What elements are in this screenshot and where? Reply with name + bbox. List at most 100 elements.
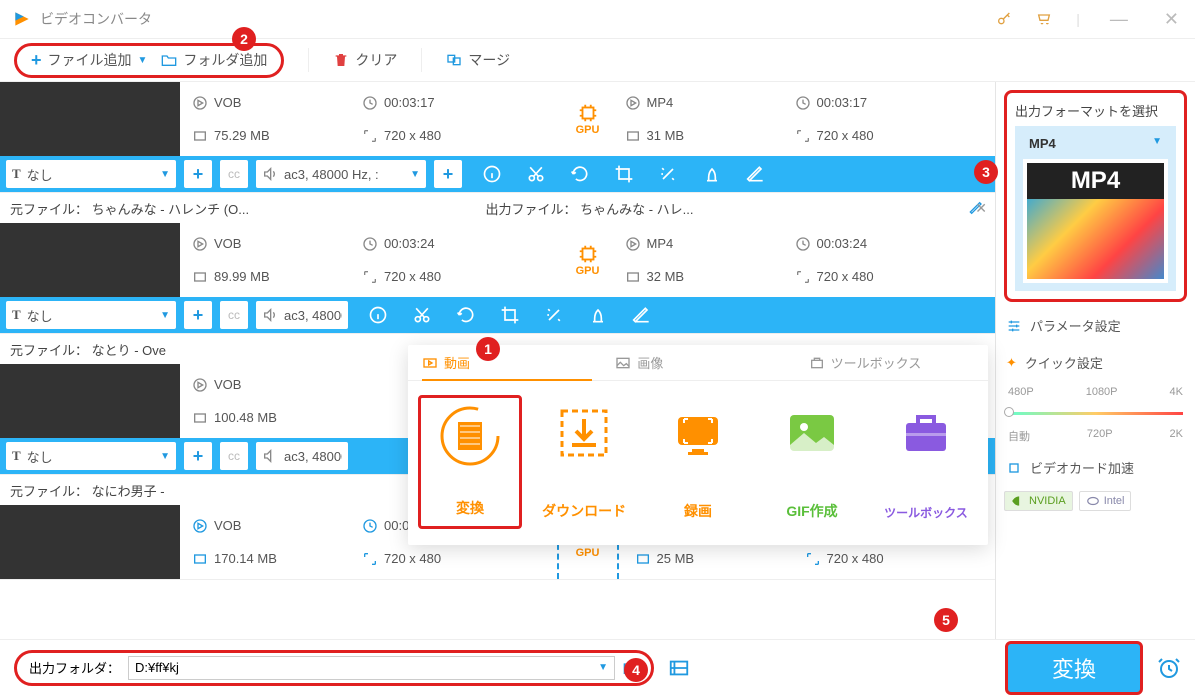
out-title: 出力ファイル： ちゃんみな - ハレ... <box>486 199 962 218</box>
cc-button[interactable]: cc <box>220 160 248 188</box>
badge-2: 2 <box>232 27 256 51</box>
res-icon <box>795 269 811 285</box>
size-icon <box>192 551 208 567</box>
watermark-icon[interactable] <box>702 164 722 184</box>
merge-label: マージ <box>468 50 510 70</box>
subtitle-select[interactable]: Tなし▼ <box>6 442 176 470</box>
audio-select[interactable]: ac3, 48000 <box>256 442 348 470</box>
video-icon <box>422 355 438 371</box>
add-folder-button[interactable]: フォルダ追加 <box>161 50 267 70</box>
badge-1: 1 <box>476 337 500 361</box>
thumbnail[interactable] <box>0 364 180 438</box>
src-size: 75.29 MB <box>214 128 270 143</box>
format-select-box: 出力フォーマットを選択 MP4▼ MP4 <box>1004 90 1187 302</box>
res-480p: 480P <box>1008 386 1034 398</box>
watermark-icon[interactable] <box>588 305 608 325</box>
nvidia-badge[interactable]: NVIDIA <box>1004 491 1073 511</box>
rotate-icon[interactable] <box>570 164 590 184</box>
add-file-button[interactable]: + ファイル追加 ▼ <box>31 50 147 71</box>
merge-button[interactable]: マージ <box>446 50 510 70</box>
add-folder-label: フォルダ追加 <box>183 50 267 70</box>
intel-badge[interactable]: Intel <box>1079 491 1132 511</box>
size-icon <box>625 269 641 285</box>
res-auto: 自動 <box>1008 428 1030 444</box>
card-gif[interactable]: GIF作成 <box>760 395 864 529</box>
open-output-button[interactable] <box>668 657 690 679</box>
remove-item-button[interactable]: ✕ <box>975 200 987 217</box>
image-icon <box>615 355 631 371</box>
cart-icon[interactable] <box>1036 11 1052 27</box>
info-icon[interactable] <box>482 164 502 184</box>
out-size: 32 MB <box>647 269 685 284</box>
card-label: 録画 <box>684 501 712 521</box>
info-icon[interactable] <box>368 305 388 325</box>
clock-icon <box>795 236 811 252</box>
size-icon <box>192 410 208 426</box>
res-2k: 2K <box>1170 428 1183 444</box>
crop-icon[interactable] <box>500 305 520 325</box>
effect-icon[interactable] <box>544 305 564 325</box>
card-convert[interactable]: 変換 <box>418 395 522 529</box>
card-record[interactable]: 録画 <box>646 395 750 529</box>
audio-select[interactable]: ac3, 48000 Hz, : <box>256 301 348 329</box>
cc-button[interactable]: cc <box>220 442 248 470</box>
chevron-down-icon: ▼ <box>138 55 148 66</box>
edit-icon[interactable] <box>746 164 766 184</box>
gpu-accel: ビデオカード加速 <box>1004 454 1187 481</box>
src-res: 720 x 480 <box>384 128 441 143</box>
card-label: 変換 <box>456 498 484 518</box>
thumbnail[interactable] <box>0 82 180 156</box>
badge-4: 4 <box>624 658 648 682</box>
out-duration: 00:03:24 <box>817 236 868 251</box>
thumbnail[interactable] <box>0 505 180 579</box>
format-selector[interactable]: MP4▼ MP4 <box>1015 126 1176 291</box>
add-subtitle-button[interactable]: + <box>184 301 212 329</box>
app-title: ビデオコンバータ <box>40 9 152 29</box>
add-subtitle-button[interactable]: + <box>184 160 212 188</box>
chevron-down-icon: ▼ <box>1152 136 1162 151</box>
card-label: ツールボックス <box>884 504 968 521</box>
subtitle-select[interactable]: T なし ▼ <box>6 160 176 188</box>
cut-icon[interactable] <box>526 164 546 184</box>
key-icon[interactable] <box>996 11 1012 27</box>
output-path-input[interactable]: D:¥ff¥kj▼ <box>128 656 615 680</box>
gpu-icon <box>577 243 599 265</box>
clear-button[interactable]: クリア <box>333 50 397 70</box>
chip-icon <box>1006 460 1022 476</box>
close-button[interactable]: ✕ <box>1158 9 1185 30</box>
chevron-down-icon: ▼ <box>598 662 608 673</box>
crop-icon[interactable] <box>614 164 634 184</box>
card-label: ダウンロード <box>542 501 626 521</box>
out-format: MP4 <box>647 236 674 251</box>
quality-slider[interactable] <box>1008 410 1183 416</box>
card-download[interactable]: ダウンロード <box>532 395 636 529</box>
download-icon <box>556 405 612 461</box>
src-title: 元ファイル： なとり - Ove <box>10 340 166 359</box>
size-icon <box>192 269 208 285</box>
format-icon <box>192 377 208 393</box>
thumbnail[interactable] <box>0 223 180 297</box>
badge-5: 5 <box>934 608 958 632</box>
cut-icon[interactable] <box>412 305 432 325</box>
add-audio-button[interactable]: + <box>434 160 462 188</box>
format-thumb-label: MP4 <box>1027 163 1164 199</box>
tab-tools[interactable]: ツールボックス <box>795 353 988 372</box>
effect-icon[interactable] <box>658 164 678 184</box>
card-toolbox[interactable]: ツールボックス <box>874 395 978 529</box>
minimize-button[interactable]: — <box>1104 9 1134 30</box>
edit-icon[interactable] <box>632 305 652 325</box>
param-settings[interactable]: パラメータ設定 <box>1004 312 1187 339</box>
rotate-icon[interactable] <box>456 305 476 325</box>
add-subtitle-button[interactable]: + <box>184 442 212 470</box>
tab-image[interactable]: 画像 <box>601 353 794 372</box>
audio-select[interactable]: ac3, 48000 Hz, : ▼ <box>256 160 426 188</box>
merge-icon <box>446 52 462 68</box>
alarm-icon[interactable] <box>1157 656 1181 680</box>
subtitle-select[interactable]: Tなし▼ <box>6 301 176 329</box>
convert-button[interactable]: 変換 <box>1005 641 1143 695</box>
tab-video[interactable]: 動画 <box>408 353 601 372</box>
src-title: 元ファイル： ちゃんみな - ハレンチ (O... <box>10 199 486 218</box>
src-duration: 00:03:24 <box>384 236 435 251</box>
clock-icon <box>362 95 378 111</box>
cc-button[interactable]: cc <box>220 301 248 329</box>
